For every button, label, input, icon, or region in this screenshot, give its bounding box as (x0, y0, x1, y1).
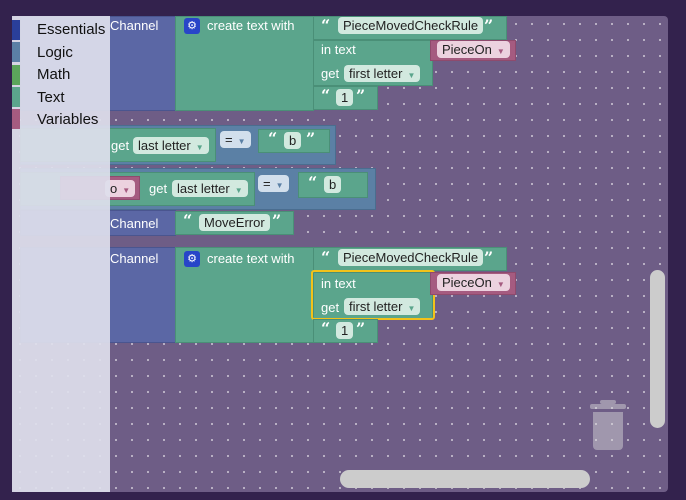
category-color (12, 65, 20, 85)
vertical-scrollbar[interactable] (650, 270, 665, 428)
get-label: get (321, 300, 340, 315)
operator-dropdown[interactable]: = ▼ (258, 175, 289, 192)
quote-open-icon: “ (321, 16, 331, 35)
gear-icon[interactable]: ⚙ (184, 251, 200, 267)
create-text-label: create text with (207, 18, 295, 33)
category-color (12, 109, 20, 129)
get-label: get (321, 66, 340, 81)
quote-open-icon: “ (308, 173, 318, 192)
gear-icon[interactable]: ⚙ (184, 18, 200, 34)
quote-close-icon: ” (484, 16, 494, 35)
get-label: get (149, 181, 168, 196)
quote-open-icon: “ (268, 129, 278, 148)
channel-label: Channel (110, 216, 159, 231)
quote-close-icon: ” (484, 248, 494, 267)
channel-label: Channel (110, 18, 159, 33)
quote-close-icon: ” (356, 319, 366, 338)
channel-label: Channel (110, 251, 159, 266)
toolbox: Essentials Logic Math Text Variables (12, 16, 110, 492)
text-field[interactable]: b (284, 132, 302, 149)
get-label: get (111, 138, 130, 153)
quote-open-icon: “ (321, 248, 331, 267)
quote-open-icon: “ (321, 86, 331, 105)
text-field[interactable]: PieceMovedCheckRule (338, 249, 484, 266)
in-text-label: in text (321, 42, 356, 57)
text-field[interactable]: 1 (336, 322, 354, 339)
quote-open-icon: “ (321, 319, 331, 338)
variable-dropdown[interactable]: PieceOn ▼ (437, 41, 510, 58)
quote-close-icon: ” (306, 129, 316, 148)
quote-close-icon: ” (272, 211, 282, 230)
category-color (12, 42, 20, 62)
category-color (12, 20, 20, 40)
variable-dropdown[interactable]: PieceOn ▼ (437, 274, 510, 291)
letter-dropdown[interactable]: first letter ▼ (344, 65, 421, 82)
trash-icon[interactable] (590, 400, 626, 450)
in-text-label: in text (321, 276, 356, 291)
letter-dropdown[interactable]: first letter ▼ (344, 298, 421, 315)
operator-dropdown[interactable]: = ▼ (220, 131, 251, 148)
create-text-label: create text with (207, 251, 295, 266)
letter-dropdown[interactable]: last letter ▼ (133, 137, 209, 154)
text-field[interactable]: 1 (336, 89, 354, 106)
category-color (12, 87, 20, 107)
letter-dropdown[interactable]: last letter ▼ (172, 180, 248, 197)
quote-open-icon: “ (183, 211, 193, 230)
quote-close-icon: ” (356, 86, 366, 105)
text-field[interactable]: b (324, 176, 342, 193)
horizontal-scrollbar[interactable] (340, 470, 590, 488)
text-field[interactable]: PieceMovedCheckRule (338, 17, 484, 34)
text-field[interactable]: MoveError (199, 214, 270, 231)
